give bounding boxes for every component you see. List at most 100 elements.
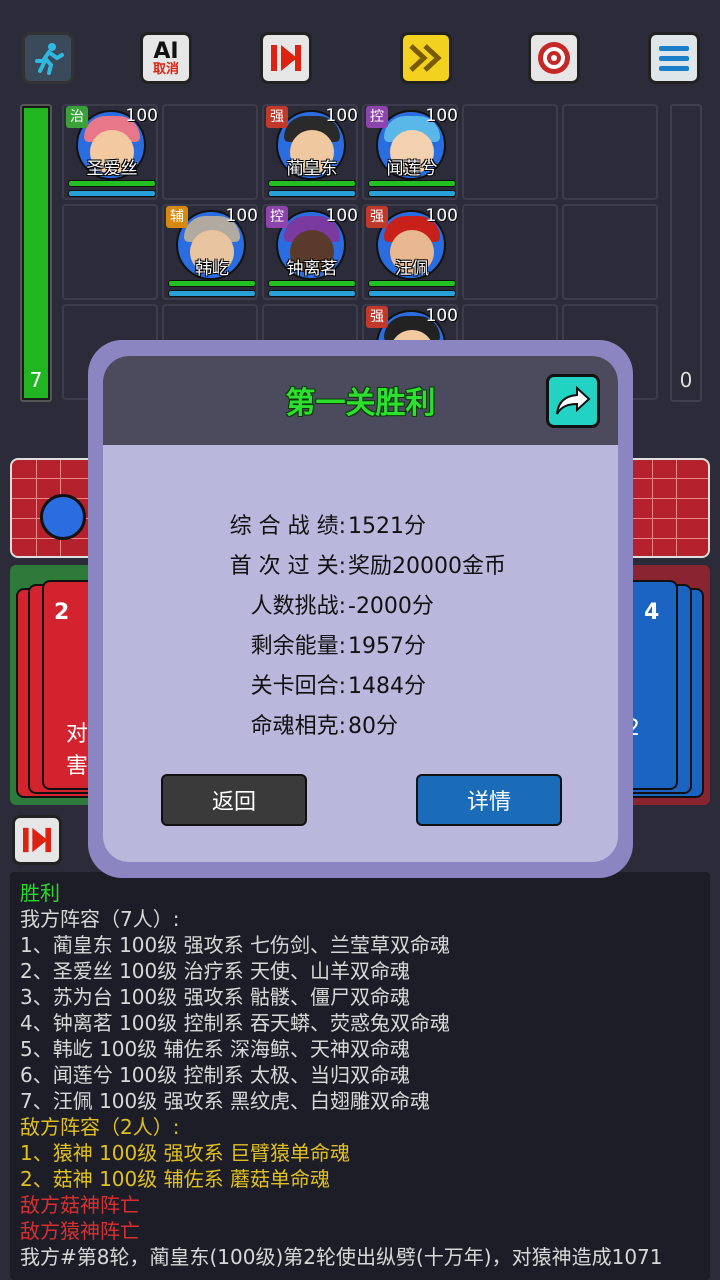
role-badge: 控 xyxy=(266,206,288,228)
mp-bar xyxy=(268,290,356,297)
hero-name: 汪佩 xyxy=(395,259,429,279)
share-button[interactable] xyxy=(546,374,600,428)
hero-name: 钟离茗 xyxy=(286,259,338,279)
hero-level: 100 xyxy=(325,206,358,226)
detail-button[interactable]: 详情 xyxy=(416,774,562,826)
mp-bar xyxy=(268,190,356,197)
log-line: 2、圣爱丝 100级 治疗系 天使、山羊双命魂 xyxy=(20,959,410,983)
card-text: 害 xyxy=(66,754,89,779)
hero-slot[interactable]: 强 100 蔺皇东 xyxy=(264,104,360,200)
hero-level: 100 xyxy=(425,106,458,126)
energy-count: 7 xyxy=(29,368,43,392)
mp-bar xyxy=(368,290,456,297)
hero-level: 100 xyxy=(125,106,158,126)
grid-cell[interactable] xyxy=(62,204,158,300)
stat-value: 奖励20000金币 xyxy=(348,554,506,579)
hamburger-menu-icon xyxy=(659,46,689,71)
stat-value: 1484分 xyxy=(348,674,426,699)
log-line: 敌方猿神阵亡 xyxy=(20,1219,140,1243)
dialog-body: 第一关胜利 综 合 战 绩: 1521分首 次 过 关: 奖励20000金币 人数挑战… xyxy=(103,356,618,862)
log-line: 5、韩屹 100级 辅佐系 深海鲸、天神双命魂 xyxy=(20,1037,410,1061)
mp-bar xyxy=(368,190,456,197)
hero-name: 韩屹 xyxy=(195,259,229,279)
stat-row: 首 次 过 关: 奖励20000金币 xyxy=(103,548,618,580)
grid-cell[interactable] xyxy=(462,204,558,300)
enemy-energy-count: 0 xyxy=(679,368,693,392)
stat-label: 关卡回合: xyxy=(250,674,346,699)
card-text: 对 xyxy=(66,722,89,747)
run-button[interactable] xyxy=(22,32,74,84)
target-button[interactable] xyxy=(528,32,580,84)
hp-bar xyxy=(268,180,356,187)
energy-fill xyxy=(24,108,48,398)
hero-name: 闻莲兮 xyxy=(386,159,438,179)
hp-bar xyxy=(168,280,256,287)
hp-bar xyxy=(368,180,456,187)
stat-label: 综 合 战 绩: xyxy=(229,514,346,539)
hero-level: 100 xyxy=(325,106,358,126)
role-badge: 强 xyxy=(366,206,388,228)
play-skip-icon xyxy=(23,827,51,853)
stat-row: 综 合 战 绩: 1521分 xyxy=(103,508,618,540)
play-skip-icon xyxy=(271,45,301,71)
target-icon xyxy=(538,42,570,74)
stat-value: 1521分 xyxy=(348,514,426,539)
stat-label: 命魂相克: xyxy=(250,714,346,739)
stat-row: 人数挑战: -2000分 xyxy=(103,588,618,620)
hero-level: 100 xyxy=(225,206,258,226)
stat-row: 命魂相克: 80分 xyxy=(103,708,618,740)
stat-label: 首 次 过 关: xyxy=(229,554,346,579)
enemy-energy-bar: 0 xyxy=(670,104,702,402)
hero-slot[interactable]: 控 100 钟离茗 xyxy=(264,204,360,300)
hero-slot[interactable]: 治 100 圣爱丝 xyxy=(64,104,160,200)
ai-label: AI xyxy=(153,38,179,64)
card-count: 2 xyxy=(54,600,70,625)
log-line: 1、蔺皇东 100级 强攻系 七伤剑、兰莹草双命魂 xyxy=(20,933,450,957)
fast-forward-button[interactable] xyxy=(400,32,452,84)
menu-button[interactable] xyxy=(648,32,700,84)
ai-cancel-button[interactable]: AI 取消 xyxy=(140,32,192,84)
running-man-icon xyxy=(35,43,64,75)
log-line: 敌方阵容（2人）: xyxy=(20,1115,180,1139)
hero-slot[interactable]: 强 100 汪佩 xyxy=(364,204,460,300)
stat-value: 1957分 xyxy=(348,634,426,659)
stat-value: 80分 xyxy=(348,714,398,739)
stat-label: 人数挑战: xyxy=(250,594,346,619)
hero-slot[interactable]: 辅 100 韩屹 xyxy=(164,204,260,300)
share-arrow-icon xyxy=(556,386,591,415)
skip-button[interactable] xyxy=(260,32,312,84)
log-line: 胜利 xyxy=(20,881,60,905)
energy-bar: 7 xyxy=(20,104,52,402)
battle-log[interactable]: 胜利 我方阵容（7人）: 1、蔺皇东 100级 强攻系 七伤剑、兰莹草双命魂 2、圣爱… xyxy=(10,872,710,1280)
grid-cell[interactable] xyxy=(562,104,658,200)
role-badge: 辅 xyxy=(166,206,188,228)
log-line: 7、汪佩 100级 强攻系 黑纹虎、白翅雕双命魂 xyxy=(20,1089,430,1113)
log-line: 2、菇神 100级 辅佐系 蘑菇单命魂 xyxy=(20,1167,330,1191)
role-badge: 强 xyxy=(266,106,288,128)
dialog-title: 第一关胜利 xyxy=(285,386,436,421)
grid-cell[interactable] xyxy=(162,104,258,200)
player-marker-avatar xyxy=(40,494,86,540)
stat-value: -2000分 xyxy=(348,594,434,619)
skip-turn-button[interactable] xyxy=(12,815,62,865)
grid-cell[interactable] xyxy=(462,104,558,200)
mp-bar xyxy=(68,190,156,197)
log-line: 1、猿神 100级 强攻系 巨臂猿单命魂 xyxy=(20,1141,350,1165)
role-badge: 强 xyxy=(366,306,388,328)
hp-bar xyxy=(68,180,156,187)
back-button[interactable]: 返回 xyxy=(161,774,307,826)
card-count: 4 xyxy=(644,600,660,625)
log-line: 4、钟离茗 100级 控制系 吞天蟒、荧惑兔双命魂 xyxy=(20,1011,450,1035)
hero-level: 100 xyxy=(425,206,458,226)
hero-slot[interactable]: 控 100 闻莲兮 xyxy=(364,104,460,200)
stat-row: 关卡回合: 1484分 xyxy=(103,668,618,700)
log-line: 我方#第8轮，蔺皇东(100级)第2轮使出纵劈(十万年)，对猿神造成1071 xyxy=(20,1245,663,1269)
dialog-header: 第一关胜利 xyxy=(103,356,618,445)
log-line: 敌方菇神阵亡 xyxy=(20,1193,140,1217)
stat-row: 剩余能量: 1957分 xyxy=(103,628,618,660)
hp-bar xyxy=(368,280,456,287)
mp-bar xyxy=(168,290,256,297)
role-badge: 治 xyxy=(66,106,88,128)
cancel-label: 取消 xyxy=(152,61,179,77)
grid-cell[interactable] xyxy=(562,204,658,300)
